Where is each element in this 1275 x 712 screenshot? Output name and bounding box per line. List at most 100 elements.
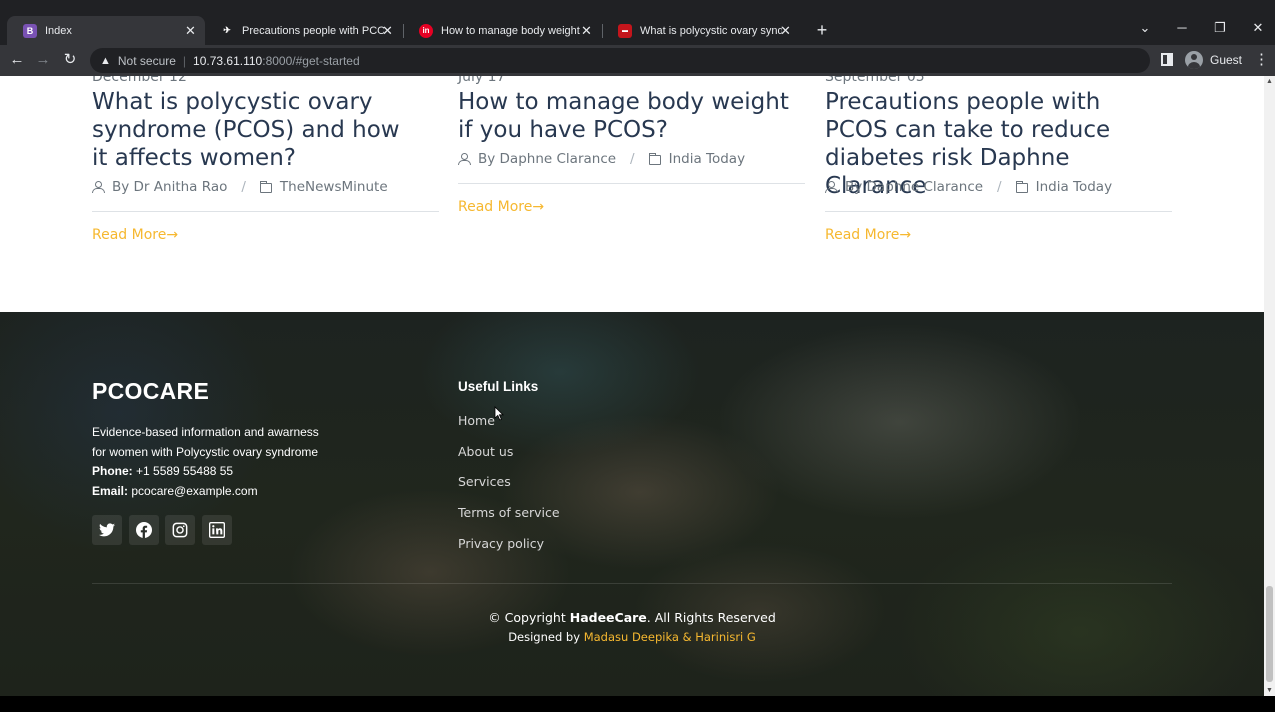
- email-label: Email:: [92, 484, 129, 498]
- minimize-button[interactable]: ─: [1172, 20, 1192, 35]
- meta-separator: /: [997, 179, 1002, 195]
- email-value: pcocare@example.com: [128, 484, 258, 498]
- url-host: 10.73.61.110: [193, 53, 263, 68]
- browser-window: B Index ✕ ✈ Precautions people with PCOS…: [0, 0, 1275, 712]
- avatar-icon: [1185, 51, 1203, 69]
- scroll-down-icon[interactable]: ▼: [1266, 687, 1273, 694]
- footer-email: Email: pcocare@example.com: [92, 484, 258, 498]
- close-tab-icon[interactable]: ✕: [580, 24, 593, 37]
- footer-link-services[interactable]: Services: [458, 474, 511, 489]
- footer-link-about[interactable]: About us: [458, 444, 513, 459]
- page-viewport: December 12 What is polycystic ovary syn…: [0, 76, 1264, 696]
- read-more-link[interactable]: Read More→: [458, 199, 544, 215]
- instagram-button[interactable]: [165, 515, 195, 545]
- browser-toolbar: ← → ↻ ▲ Not secure | 10.73.61.110 :8000/…: [0, 45, 1275, 76]
- post-source: India Today: [1035, 179, 1113, 195]
- tab-strip: B Index ✕ ✈ Precautions people with PCOS…: [0, 16, 1275, 45]
- post-meta: By Dr Anitha Rao / TheNewsMinute: [92, 179, 388, 195]
- copyright-suffix: . All Rights Reserved: [646, 610, 776, 625]
- post-date: July 17: [458, 76, 506, 85]
- post-meta: By Daphne Clarance / India Today: [458, 151, 745, 167]
- footer-link-privacy[interactable]: Privacy policy: [458, 536, 544, 551]
- reload-button[interactable]: ↻: [60, 50, 80, 70]
- post-author: By Daphne Clarance: [845, 179, 984, 195]
- read-more-link[interactable]: Read More→: [825, 227, 911, 243]
- tab-search-icon[interactable]: ⌄: [1135, 20, 1155, 36]
- footer-link-terms[interactable]: Terms of service: [458, 505, 560, 520]
- read-more-link[interactable]: Read More→: [92, 227, 178, 243]
- person-icon: [825, 181, 838, 193]
- footer-link-home[interactable]: Home: [458, 413, 495, 428]
- site-favicon-icon: ✈: [223, 25, 231, 35]
- card-divider: [825, 211, 1172, 212]
- twitter-button[interactable]: [92, 515, 122, 545]
- copyright: © Copyright HadeeCare. All Rights Reserv…: [0, 610, 1264, 625]
- more-menu-icon[interactable]: ⋮: [1254, 50, 1269, 68]
- bootstrap-icon: B: [23, 23, 37, 38]
- mouse-cursor-icon: [494, 406, 504, 421]
- close-window-button[interactable]: ✕: [1248, 20, 1268, 36]
- designers-link[interactable]: Madasu Deepika & Harinisri G: [584, 630, 756, 644]
- footer-description: Evidence-based information and awarness …: [92, 425, 319, 459]
- copyright-prefix: © Copyright: [488, 610, 570, 625]
- window-bottom-edge: [0, 696, 1275, 712]
- designed-prefix: Designed by: [508, 630, 584, 644]
- meta-separator: /: [630, 151, 635, 167]
- copyright-brand: HadeeCare: [569, 610, 647, 625]
- back-button[interactable]: ←: [7, 50, 27, 70]
- facebook-icon: [136, 522, 152, 538]
- tab-title: How to manage body weight if y: [441, 24, 583, 37]
- post-source: India Today: [668, 151, 746, 167]
- person-icon: [458, 153, 471, 165]
- side-panel-icon[interactable]: [1161, 53, 1173, 66]
- close-tab-icon[interactable]: ✕: [381, 24, 394, 37]
- meta-separator: /: [241, 179, 246, 195]
- newsminute-icon: ▬: [618, 23, 632, 38]
- tab-what-is-pcos[interactable]: ▬ What is polycystic ovary syndrom ✕: [602, 16, 800, 45]
- post-date: September 05: [825, 76, 925, 85]
- warning-icon: ▲: [100, 54, 111, 67]
- designed-by: Designed by Madasu Deepika & Harinisri G: [0, 630, 1264, 644]
- post-meta: By Daphne Clarance / India Today: [825, 179, 1112, 195]
- footer-divider: [92, 583, 1172, 584]
- tab-precautions[interactable]: ✈ Precautions people with PCOS can ✕: [204, 16, 402, 45]
- profile-label: Guest: [1210, 53, 1243, 67]
- instagram-icon: [172, 522, 188, 538]
- post-author: By Daphne Clarance: [478, 151, 617, 167]
- page-scrollbar[interactable]: ▲ ▼: [1264, 76, 1275, 696]
- close-tab-icon[interactable]: ✕: [779, 24, 792, 37]
- person-icon: [92, 181, 105, 193]
- folder-icon: [1015, 180, 1028, 193]
- facebook-button[interactable]: [129, 515, 159, 545]
- site-footer: PCOCARE Evidence-based information and a…: [0, 312, 1264, 696]
- url-path: :8000/#get-started: [262, 53, 360, 68]
- scroll-thumb[interactable]: [1266, 586, 1273, 682]
- url-divider: |: [182, 53, 187, 68]
- folder-icon: [648, 152, 661, 165]
- close-tab-icon[interactable]: ✕: [184, 24, 197, 37]
- tab-index[interactable]: B Index ✕: [7, 16, 205, 45]
- tab-title: Precautions people with PCOS can: [242, 24, 384, 37]
- post-date: December 12: [92, 76, 187, 85]
- footer-brand[interactable]: PCOCARE: [92, 378, 209, 405]
- not-secure-label: Not secure: [117, 53, 176, 68]
- linkedin-button[interactable]: [202, 515, 232, 545]
- tab-body-weight[interactable]: in How to manage body weight if y ✕: [403, 16, 601, 45]
- card-divider: [458, 183, 805, 184]
- phone-value: +1 5589 55488 55: [132, 464, 234, 478]
- post-title[interactable]: How to manage body weight if you have PC…: [458, 88, 798, 144]
- scroll-up-icon[interactable]: ▲: [1266, 78, 1273, 85]
- india-today-icon: in: [419, 23, 433, 38]
- folder-icon: [259, 180, 272, 193]
- footer-phone: Phone: +1 5589 55488 55: [92, 464, 233, 478]
- tab-title: Index: [45, 24, 72, 37]
- twitter-icon: [99, 523, 115, 537]
- address-bar[interactable]: ▲ Not secure | 10.73.61.110 :8000/#get-s…: [90, 48, 1150, 73]
- restore-button[interactable]: ❐: [1210, 20, 1230, 36]
- new-tab-button[interactable]: +: [812, 19, 832, 41]
- post-author: By Dr Anitha Rao: [112, 179, 228, 195]
- profile-button[interactable]: Guest: [1185, 51, 1242, 69]
- post-title[interactable]: What is polycystic ovary syndrome (PCOS)…: [92, 88, 412, 172]
- forward-button[interactable]: →: [33, 50, 53, 70]
- post-source: TheNewsMinute: [279, 179, 388, 195]
